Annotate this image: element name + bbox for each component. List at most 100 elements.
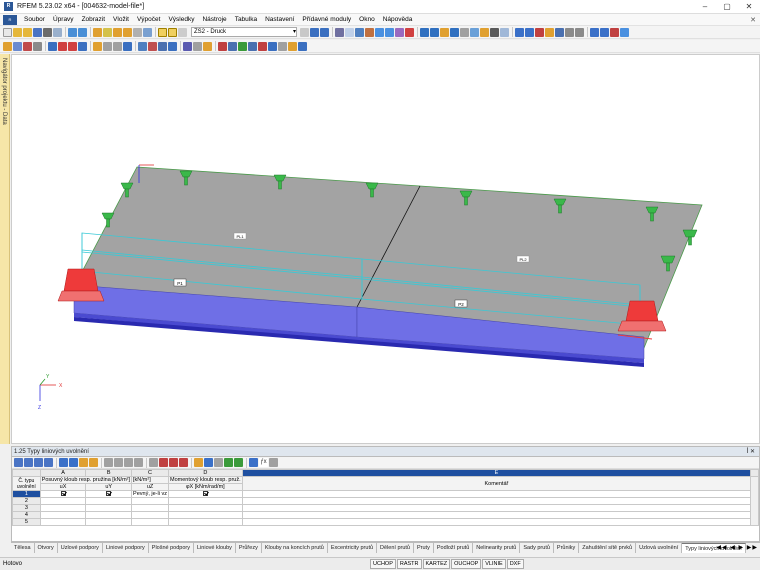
table-row[interactable]: 2 (12, 497, 759, 505)
close-all-icon[interactable] (610, 27, 619, 37)
object-snap-toggle[interactable]: OUCHOP (451, 559, 482, 569)
nodes-icon[interactable] (365, 27, 374, 37)
coordinate-icon[interactable] (168, 41, 177, 51)
measure-icon[interactable] (565, 27, 574, 37)
tab-liniove-klouby[interactable]: Liniové klouby (194, 543, 236, 553)
ux-cell[interactable] (39, 497, 87, 505)
guide-line-icon[interactable] (183, 41, 192, 51)
tab-plosne-podpory[interactable]: Plošné podpory (149, 543, 195, 553)
table-row[interactable]: 3 (12, 504, 759, 512)
zoom-icon[interactable] (460, 27, 469, 37)
menu-pridavne-moduly[interactable]: Přídavné moduly (298, 16, 355, 23)
uz-cell[interactable] (131, 504, 170, 512)
comment-cell[interactable] (241, 504, 752, 512)
uy-cell[interactable] (85, 490, 133, 498)
table-next-icon[interactable] (69, 458, 78, 467)
comment-cell[interactable] (241, 497, 752, 505)
display-icon[interactable] (178, 27, 187, 37)
model-viewport[interactable]: PL1 PL2 P1 P2 X Y Z (11, 54, 760, 444)
tab-prurezy[interactable]: Průřezy (236, 543, 262, 553)
table-clear-icon[interactable] (169, 458, 178, 467)
table-filter-icon[interactable] (24, 458, 33, 467)
tab-sady-prutu[interactable]: Sady prutů (520, 543, 554, 553)
table-graphics-icon[interactable] (249, 458, 258, 467)
menu-okno[interactable]: Okno (355, 16, 379, 23)
phix-cell[interactable] (168, 490, 243, 498)
tab-klouby-na-koncich-prutu[interactable]: Klouby na koncích prutů (262, 543, 328, 553)
table-row[interactable]: 1 Pevný, je-li vz (12, 490, 759, 498)
report-icon[interactable] (143, 27, 152, 37)
vertical-scrollbar[interactable] (750, 476, 759, 526)
free-load-icon[interactable] (113, 41, 122, 51)
column-header-a[interactable]: A (39, 469, 87, 477)
column-header-d[interactable]: D (168, 469, 243, 477)
table-delete-row-icon[interactable] (179, 458, 188, 467)
lines-icon[interactable] (375, 27, 384, 37)
select-icon[interactable] (515, 27, 524, 37)
animation-icon[interactable] (268, 41, 277, 51)
navigator-tab[interactable]: Navigátor projektu - Data (0, 54, 10, 444)
ux-cell[interactable] (39, 511, 87, 519)
search-icon[interactable] (103, 27, 112, 37)
arrow-icon[interactable] (355, 27, 364, 37)
table-prev-icon[interactable] (59, 458, 68, 467)
move-icon[interactable] (545, 27, 554, 37)
pan-icon[interactable] (490, 27, 499, 37)
column-header-b[interactable]: B (85, 469, 133, 477)
tile-icon[interactable] (590, 27, 599, 37)
table-excel-export-icon[interactable] (234, 458, 243, 467)
rotate-icon[interactable] (480, 27, 489, 37)
table-sort-icon[interactable] (104, 458, 113, 467)
uy-cell[interactable] (85, 497, 133, 505)
settings-icon[interactable] (575, 27, 584, 37)
column-header-e[interactable]: E (241, 469, 752, 477)
phix-checkbox[interactable] (202, 491, 208, 497)
table-settings-icon[interactable] (269, 458, 278, 467)
function-icon[interactable]: ƒx (259, 458, 268, 467)
table-export-icon[interactable] (204, 458, 213, 467)
grid-icon[interactable] (138, 41, 147, 51)
tab-uzlova-uvolneni[interactable]: Uzlová uvolnění (636, 543, 683, 553)
document-close-button[interactable]: ✕ (750, 16, 756, 24)
save-icon[interactable] (33, 27, 42, 37)
delete-icon[interactable] (535, 27, 544, 37)
previous-loadcase-icon[interactable] (300, 27, 309, 37)
check-icon[interactable] (288, 41, 297, 51)
tab-excentricity-prutu[interactable]: Excentricity prutů (328, 543, 378, 553)
menu-zobrazit[interactable]: Zobrazit (78, 16, 109, 23)
panel-toggle-icon[interactable] (168, 27, 177, 37)
column-header-c[interactable]: C (131, 469, 170, 477)
line-tool-icon[interactable] (13, 41, 22, 51)
tab-pruty[interactable]: Pruty (414, 543, 434, 553)
uz-cell[interactable]: Pevný, je-li vz (131, 490, 170, 498)
table-excel-icon[interactable] (224, 458, 233, 467)
visibility-icon[interactable] (203, 41, 212, 51)
dimension-icon[interactable] (48, 41, 57, 51)
table-pick-icon[interactable] (79, 458, 88, 467)
load-icon[interactable] (58, 41, 67, 51)
iso-surface-icon[interactable] (248, 41, 257, 51)
ux-checkbox[interactable] (60, 491, 66, 497)
grid-toggle[interactable]: RASTR (396, 559, 422, 569)
support-icon[interactable] (405, 27, 414, 37)
render-icon[interactable] (500, 27, 509, 37)
navigator-toggle-icon[interactable] (158, 27, 167, 37)
row-number[interactable]: 3 (12, 504, 41, 512)
open-folder-icon[interactable] (23, 27, 32, 37)
menu-napoveda[interactable]: Nápověda (379, 16, 417, 23)
copy-icon[interactable] (555, 27, 564, 37)
snap-toggle[interactable]: UCHOP (370, 559, 396, 569)
phix-cell[interactable] (168, 497, 243, 505)
table-icon[interactable] (133, 27, 142, 37)
snap-icon[interactable] (148, 41, 157, 51)
plan-view-icon[interactable] (420, 27, 429, 37)
3d-view-icon[interactable] (450, 27, 459, 37)
menu-tabulka[interactable]: Tabulka (231, 16, 261, 23)
uz-cell[interactable] (131, 511, 170, 519)
isometric-icon[interactable] (345, 27, 354, 37)
uy-cell[interactable] (85, 518, 133, 526)
menu-vysledky[interactable]: Výsledky (164, 16, 198, 23)
nodal-load-icon[interactable] (68, 41, 77, 51)
surfaces-icon[interactable] (395, 27, 404, 37)
menu-nastroje[interactable]: Nástroje (198, 16, 230, 23)
